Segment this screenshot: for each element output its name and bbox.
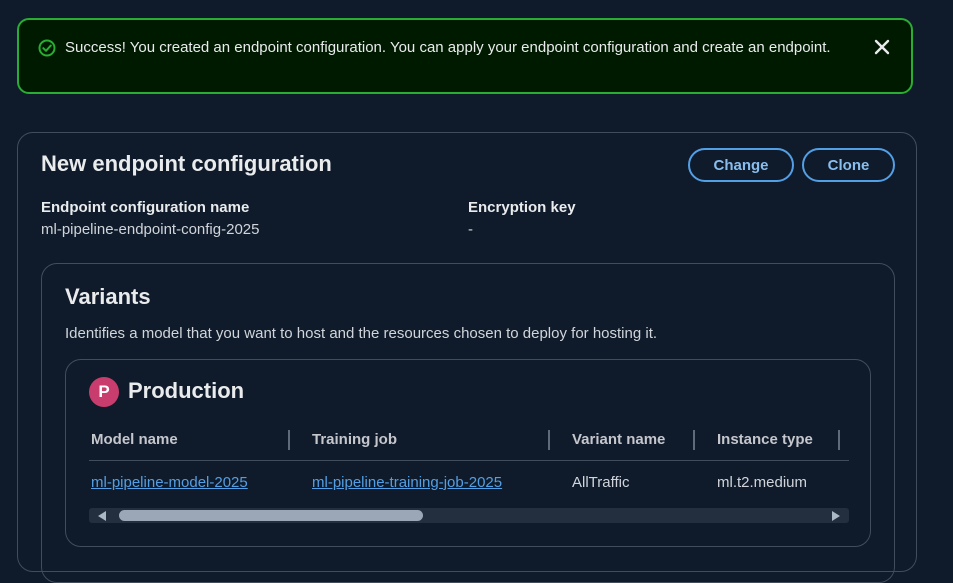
page-title: New endpoint configuration xyxy=(41,151,332,176)
column-header-model-name[interactable]: Model name xyxy=(91,431,178,448)
production-variant-card: P Production Model name Training job Var… xyxy=(65,359,871,547)
flash-message: Success! You created an endpoint configu… xyxy=(65,39,831,56)
success-flash-banner: Success! You created an endpoint configu… xyxy=(17,18,913,94)
production-badge: P xyxy=(89,377,119,407)
scroll-right-icon[interactable] xyxy=(832,511,840,521)
variants-title: Variants xyxy=(65,284,151,309)
column-header-instance-type[interactable]: Instance type xyxy=(717,431,813,448)
change-button[interactable]: Change xyxy=(688,148,794,182)
column-resizer[interactable] xyxy=(693,430,695,450)
column-resizer[interactable] xyxy=(288,430,290,450)
encryption-key-label: Encryption key xyxy=(468,199,576,216)
column-resizer[interactable] xyxy=(548,430,550,450)
variants-description: Identifies a model that you want to host… xyxy=(65,325,658,342)
column-header-training-job[interactable]: Training job xyxy=(312,431,397,448)
horizontal-scrollbar[interactable] xyxy=(89,508,849,523)
encryption-key-value: - xyxy=(468,221,473,238)
instance-type-cell: ml.t2.medium xyxy=(717,474,808,491)
production-title: Production xyxy=(128,378,245,403)
training-job-link[interactable]: ml-pipeline-training-job-2025 xyxy=(312,474,502,491)
config-name-value: ml-pipeline-endpoint-config-2025 xyxy=(41,221,260,238)
config-name-label: Endpoint configuration name xyxy=(41,199,250,216)
success-check-icon xyxy=(38,39,56,57)
variant-name-cell: AllTraffic xyxy=(572,474,630,491)
table-divider xyxy=(89,460,849,461)
clone-button[interactable]: Clone xyxy=(802,148,895,182)
variants-section: Variants Identifies a model that you wan… xyxy=(41,263,895,583)
close-icon[interactable] xyxy=(871,36,893,58)
column-header-variant-name[interactable]: Variant name xyxy=(572,431,665,448)
scroll-left-icon[interactable] xyxy=(98,511,106,521)
model-name-link[interactable]: ml-pipeline-model-2025 xyxy=(91,474,248,491)
endpoint-config-card: New endpoint configuration Change Clone … xyxy=(17,132,917,583)
column-resizer[interactable] xyxy=(838,430,840,450)
scrollbar-thumb[interactable] xyxy=(119,510,423,521)
